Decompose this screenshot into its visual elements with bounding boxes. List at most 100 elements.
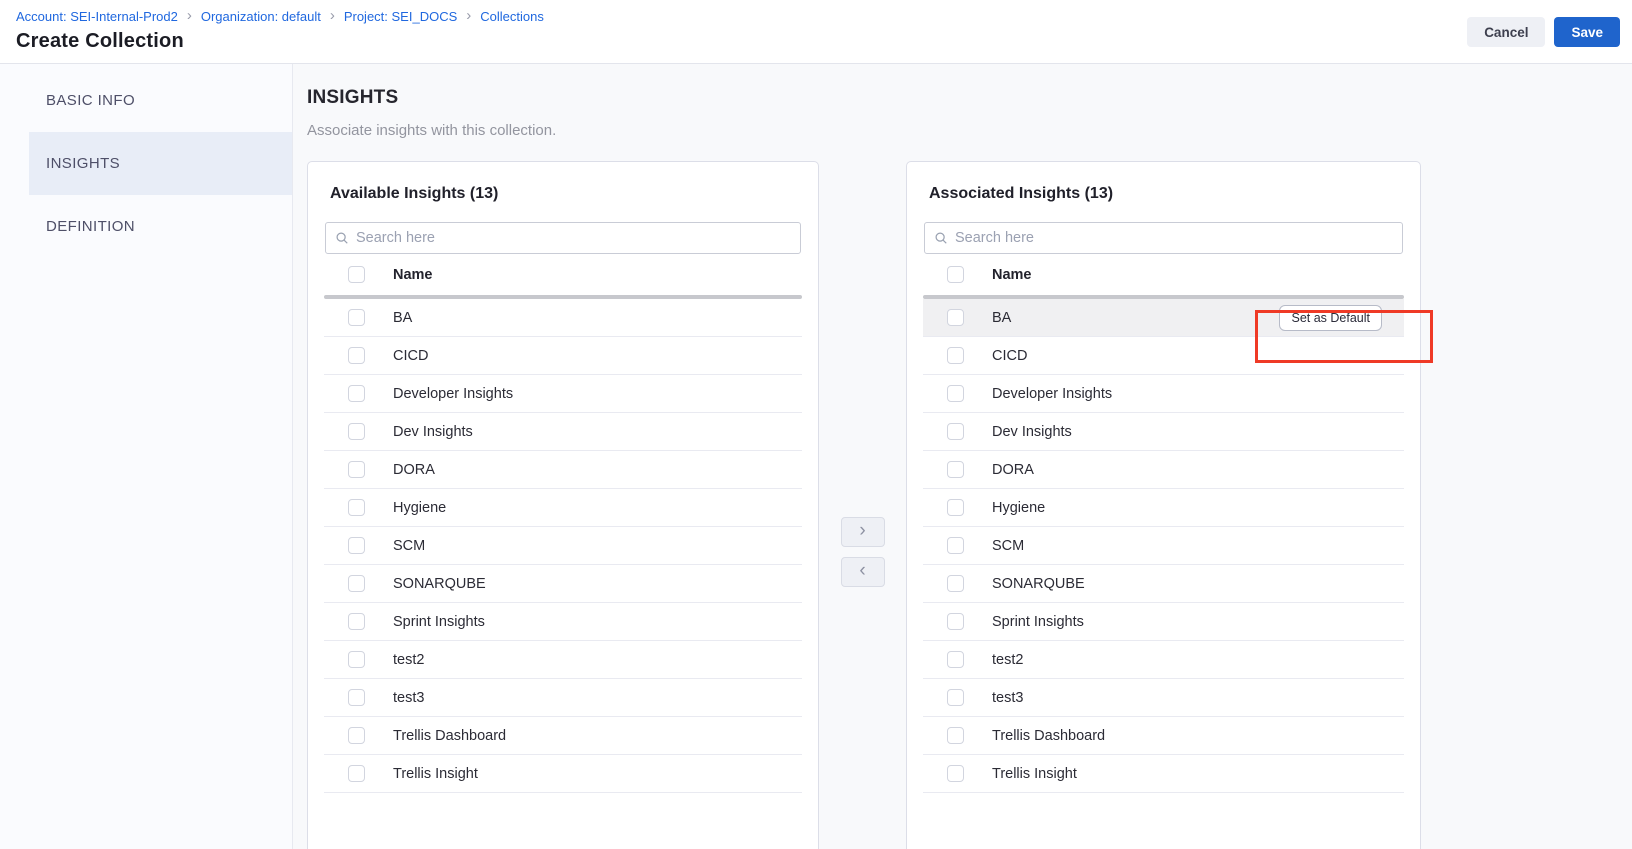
table-row[interactable]: SONARQUBE (324, 565, 802, 603)
row-checkbox[interactable] (947, 575, 964, 592)
create-collection-page: Account: SEI-Internal-Prod2 › Organizati… (0, 0, 1632, 849)
table-row[interactable]: Trellis Insight (923, 755, 1404, 793)
insight-name: DORA (992, 462, 1034, 478)
page-title: Create Collection (16, 30, 1616, 53)
row-checkbox[interactable] (348, 537, 365, 554)
insight-name: SCM (992, 538, 1024, 554)
row-checkbox[interactable] (348, 689, 365, 706)
table-row[interactable]: Sprint Insights (324, 603, 802, 641)
move-left-button[interactable]: ‹ (841, 557, 885, 587)
table-header: Name (324, 254, 802, 295)
table-row[interactable]: Sprint Insights (923, 603, 1404, 641)
table-row[interactable]: test2 (324, 641, 802, 679)
associated-insights-list: BA Set as Default CICD Developer Insight… (907, 299, 1420, 793)
row-checkbox[interactable] (947, 461, 964, 478)
search-input[interactable] (356, 230, 791, 246)
insight-name: test3 (393, 690, 424, 706)
row-checkbox[interactable] (348, 309, 365, 326)
table-row[interactable]: Developer Insights (923, 375, 1404, 413)
insight-name: Trellis Insight (393, 766, 478, 782)
insight-name: Developer Insights (992, 386, 1112, 402)
search-icon (934, 231, 948, 245)
chevron-right-icon: › (859, 520, 865, 542)
select-all-checkbox[interactable] (947, 266, 964, 283)
row-checkbox[interactable] (947, 385, 964, 402)
sidebar-nav-label: DEFINITION (46, 218, 135, 235)
row-checkbox[interactable] (348, 423, 365, 440)
insight-name: SCM (393, 538, 425, 554)
table-header: Name (923, 254, 1404, 295)
sidebar-nav-item[interactable]: DEFINITION (0, 195, 292, 258)
row-checkbox[interactable] (348, 575, 365, 592)
move-right-button[interactable]: › (841, 517, 885, 547)
cancel-button[interactable]: Cancel (1467, 17, 1545, 47)
search-input[interactable] (955, 230, 1393, 246)
insight-name: SONARQUBE (992, 576, 1085, 592)
sidebar: BASIC INFO INSIGHTS DEFINITION (0, 64, 293, 849)
chevron-right-icon: › (187, 8, 192, 23)
breadcrumb-item: Collections › (480, 9, 544, 24)
table-row[interactable]: BA Set as Default (923, 299, 1404, 337)
table-row[interactable]: Trellis Insight (324, 755, 802, 793)
row-checkbox[interactable] (348, 651, 365, 668)
table-row[interactable]: SCM (923, 527, 1404, 565)
table-row[interactable]: test3 (324, 679, 802, 717)
select-all-checkbox[interactable] (348, 266, 365, 283)
table-row[interactable]: BA (324, 299, 802, 337)
chevron-right-icon: › (466, 8, 471, 23)
insight-name: Trellis Dashboard (992, 728, 1105, 744)
chevron-right-icon: › (330, 8, 335, 23)
chevron-left-icon: ‹ (859, 560, 865, 582)
row-checkbox[interactable] (348, 613, 365, 630)
set-as-default-button[interactable]: Set as Default (1279, 305, 1382, 331)
save-button[interactable]: Save (1554, 17, 1620, 47)
row-checkbox[interactable] (947, 499, 964, 516)
header-actions: Cancel Save (1467, 17, 1620, 47)
row-checkbox[interactable] (947, 613, 964, 630)
table-row[interactable]: Developer Insights (324, 375, 802, 413)
row-checkbox[interactable] (348, 347, 365, 364)
associated-insights-panel: Associated Insights (13) Name (906, 161, 1421, 849)
table-row[interactable]: CICD (923, 337, 1404, 375)
row-checkbox[interactable] (947, 651, 964, 668)
table-row[interactable]: test2 (923, 641, 1404, 679)
sidebar-nav-item[interactable]: INSIGHTS (29, 132, 292, 195)
table-row[interactable]: CICD (324, 337, 802, 375)
row-checkbox[interactable] (947, 309, 964, 326)
table-row[interactable]: DORA (324, 451, 802, 489)
row-checkbox[interactable] (348, 385, 365, 402)
table-row[interactable]: Trellis Dashboard (923, 717, 1404, 755)
breadcrumb-link-collections[interactable]: Collections (480, 9, 544, 24)
breadcrumb-link-account[interactable]: Account: SEI-Internal-Prod2 (16, 9, 178, 24)
insight-name: test2 (393, 652, 424, 668)
table-row[interactable]: SCM (324, 527, 802, 565)
row-checkbox[interactable] (947, 347, 964, 364)
row-checkbox[interactable] (947, 423, 964, 440)
breadcrumb-link-organization[interactable]: Organization: default (201, 9, 321, 24)
panel-title: Available Insights (13) (330, 184, 796, 204)
table-row[interactable]: Dev Insights (324, 413, 802, 451)
row-checkbox[interactable] (947, 765, 964, 782)
sidebar-nav-item[interactable]: BASIC INFO (0, 69, 292, 132)
table-row[interactable]: Hygiene (324, 489, 802, 527)
insight-name: Sprint Insights (992, 614, 1084, 630)
table-row[interactable]: Trellis Dashboard (324, 717, 802, 755)
search-box (325, 222, 801, 254)
row-checkbox[interactable] (947, 537, 964, 554)
table-row[interactable]: DORA (923, 451, 1404, 489)
table-row[interactable]: test3 (923, 679, 1404, 717)
row-checkbox[interactable] (348, 499, 365, 516)
panel-title: Associated Insights (13) (929, 184, 1398, 204)
breadcrumb-link-project[interactable]: Project: SEI_DOCS (344, 9, 457, 24)
table-row[interactable]: Dev Insights (923, 413, 1404, 451)
row-checkbox[interactable] (947, 727, 964, 744)
row-checkbox[interactable] (947, 689, 964, 706)
row-checkbox[interactable] (348, 461, 365, 478)
table-row[interactable]: SONARQUBE (923, 565, 1404, 603)
row-checkbox[interactable] (348, 727, 365, 744)
insight-name: Trellis Insight (992, 766, 1077, 782)
table-row[interactable]: Hygiene (923, 489, 1404, 527)
row-checkbox[interactable] (348, 765, 365, 782)
main-content: INSIGHTS Associate insights with this co… (293, 64, 1632, 849)
page-header: Account: SEI-Internal-Prod2 › Organizati… (0, 0, 1632, 64)
